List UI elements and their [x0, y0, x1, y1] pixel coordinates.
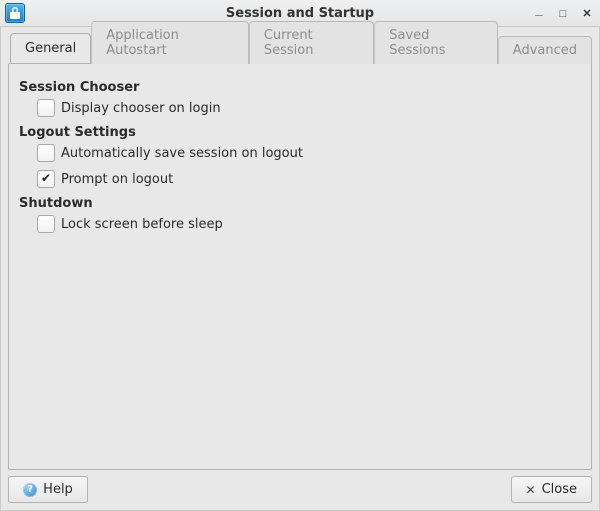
option-display-chooser-on-login[interactable]: Display chooser on login	[37, 99, 585, 117]
checkbox[interactable]	[37, 215, 55, 233]
minimize-button[interactable]	[532, 6, 546, 20]
tab-label: Advanced	[513, 43, 577, 58]
tab-label: Saved Sessions	[389, 28, 445, 58]
tab-application-autostart[interactable]: Application Autostart	[91, 21, 249, 64]
option-lock-screen-before-sleep[interactable]: Lock screen before sleep	[37, 215, 585, 233]
checkbox[interactable]	[37, 99, 55, 117]
help-icon: ?	[23, 483, 37, 497]
option-label: Display chooser on login	[61, 101, 221, 116]
notebook: General Application Autostart Current Se…	[8, 33, 592, 470]
help-button[interactable]: ? Help	[8, 476, 88, 503]
section-title-shutdown: Shutdown	[19, 196, 581, 211]
section-title-logout-settings: Logout Settings	[19, 125, 581, 140]
button-label: Help	[43, 482, 73, 497]
window-controls	[532, 6, 594, 21]
window-title: Session and Startup	[0, 6, 600, 21]
tab-saved-sessions[interactable]: Saved Sessions	[374, 21, 498, 64]
maximize-button[interactable]	[556, 6, 570, 21]
close-button[interactable]: ✕ Close	[511, 476, 592, 503]
tab-label: General	[25, 41, 76, 56]
app-icon	[6, 4, 24, 22]
option-auto-save-session[interactable]: Automatically save session on logout	[37, 144, 585, 162]
checkbox[interactable]	[37, 144, 55, 162]
tab-advanced[interactable]: Advanced	[498, 36, 592, 64]
session-and-startup-window: Session and Startup General Application …	[0, 0, 600, 511]
button-bar: ? Help ✕ Close	[8, 476, 592, 503]
option-label: Lock screen before sleep	[61, 217, 223, 232]
tabpage-general: Session Chooser Display chooser on login…	[8, 63, 592, 470]
close-window-button[interactable]	[580, 6, 594, 21]
close-icon: ✕	[526, 483, 536, 497]
option-prompt-on-logout[interactable]: Prompt on logout	[37, 170, 585, 188]
option-label: Automatically save session on logout	[61, 146, 303, 161]
section-title-session-chooser: Session Chooser	[19, 80, 581, 95]
tab-label: Application Autostart	[106, 28, 179, 58]
tab-label: Current Session	[264, 28, 314, 58]
tab-strip: General Application Autostart Current Se…	[8, 33, 592, 63]
option-label: Prompt on logout	[61, 172, 173, 187]
tab-general[interactable]: General	[10, 33, 91, 63]
tab-current-session[interactable]: Current Session	[249, 21, 374, 64]
button-label: Close	[542, 482, 577, 497]
checkbox[interactable]	[37, 170, 55, 188]
client-area: General Application Autostart Current Se…	[0, 27, 600, 511]
